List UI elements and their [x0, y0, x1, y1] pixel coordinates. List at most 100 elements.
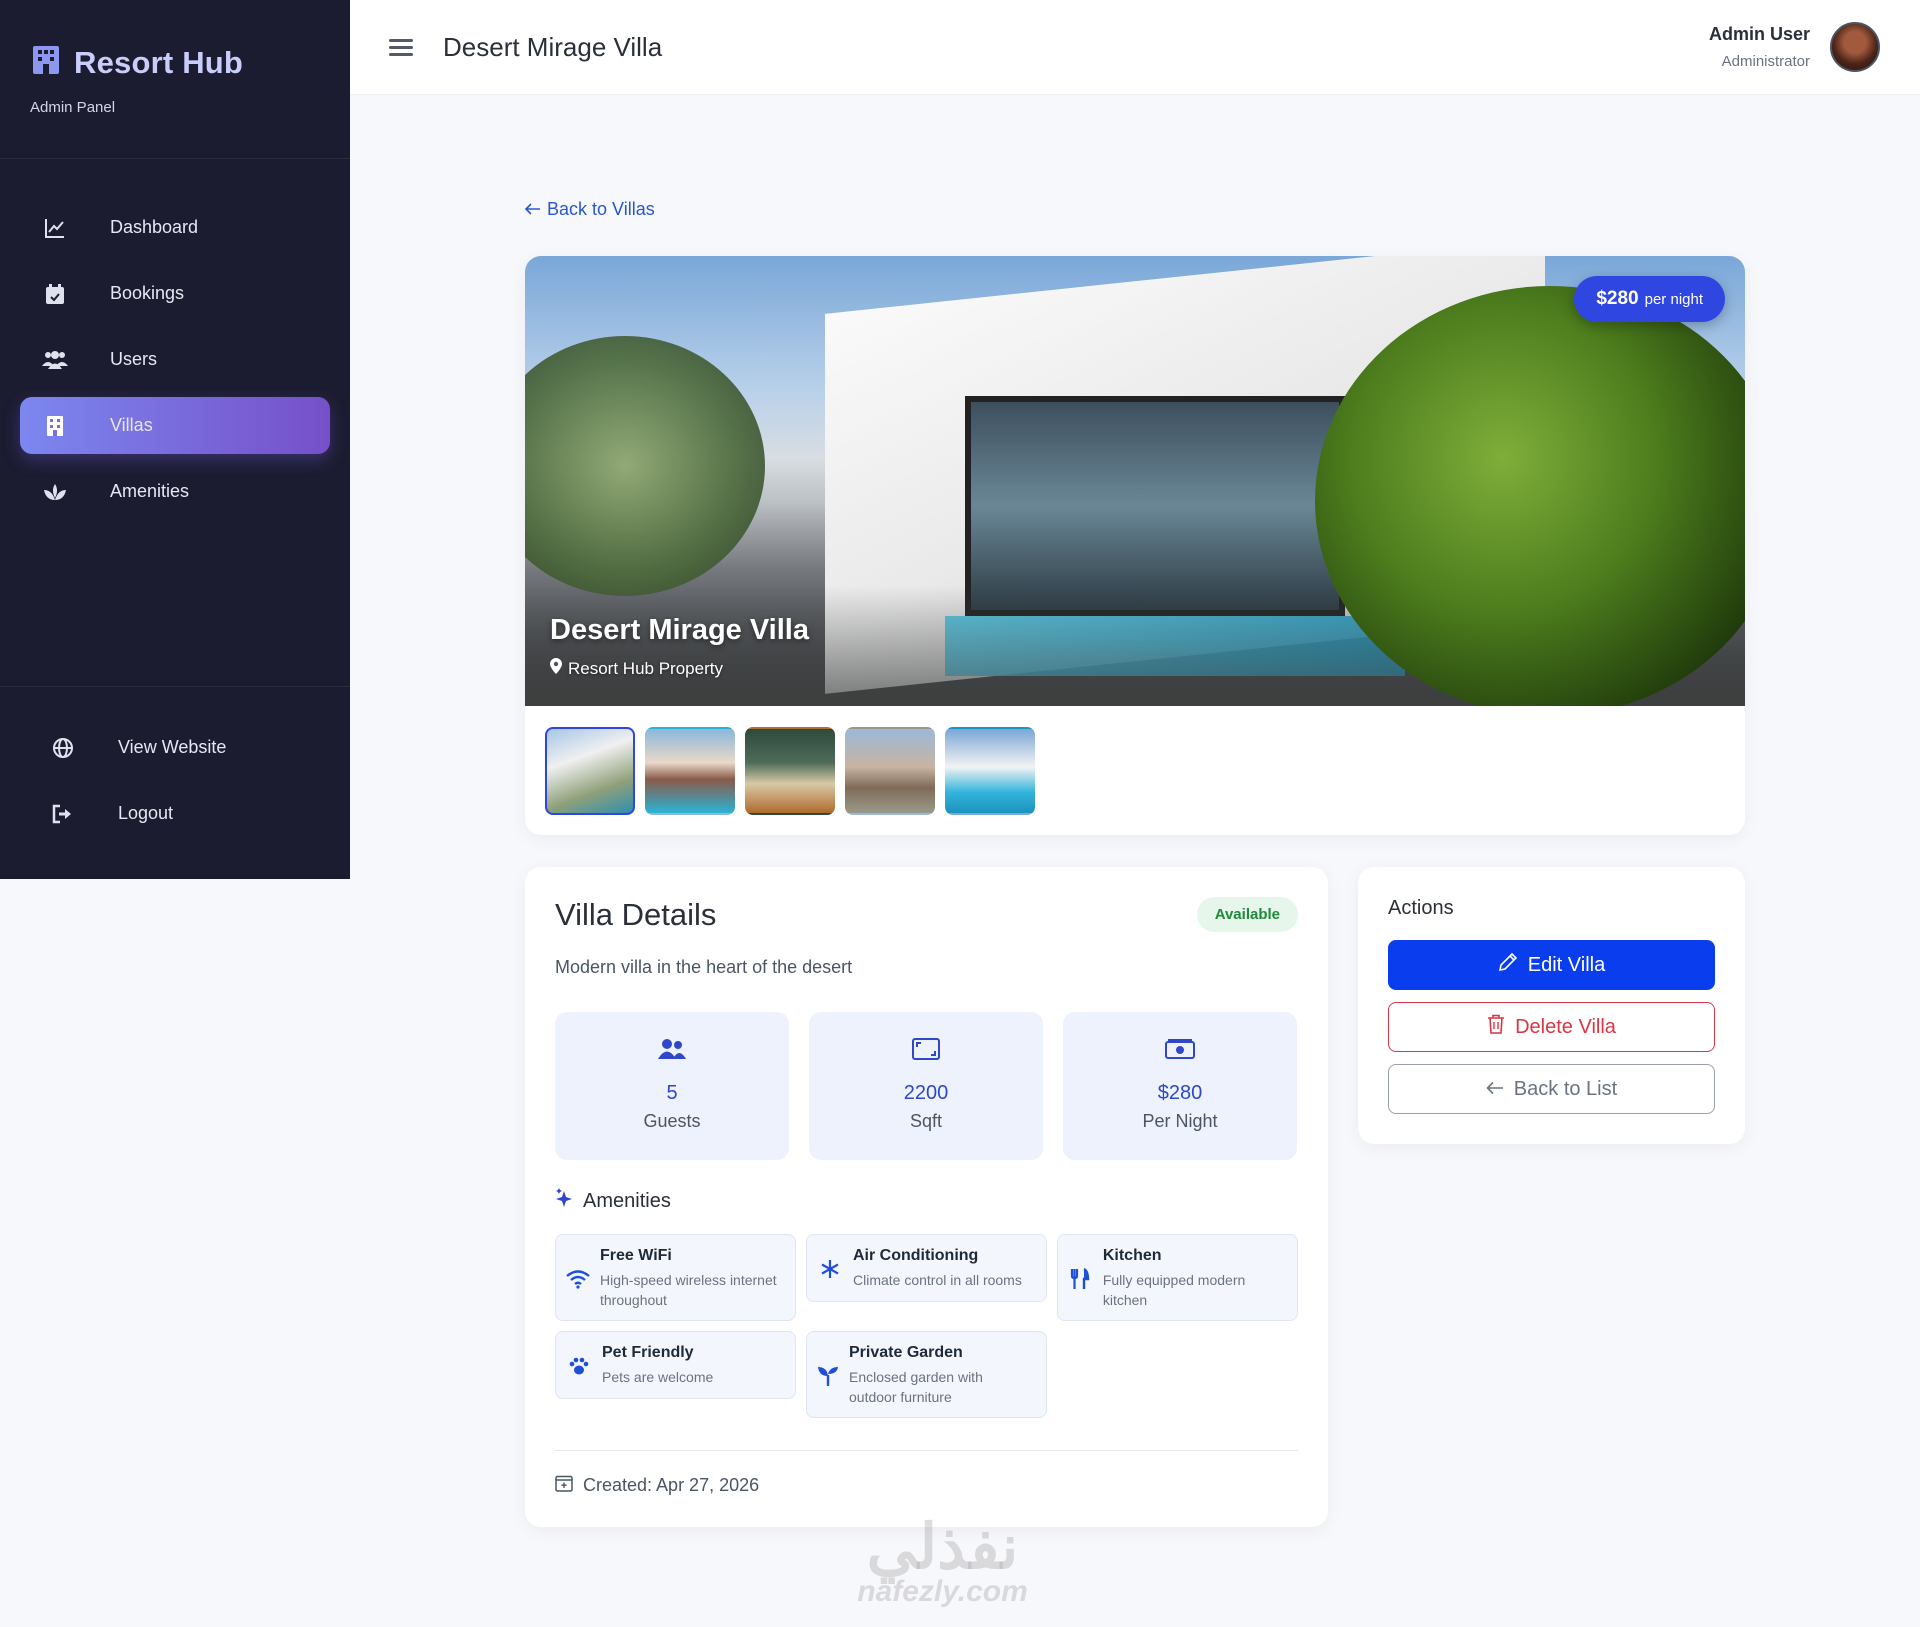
amenity-name: Air Conditioning [853, 1247, 979, 1264]
seedling-icon [817, 1344, 839, 1407]
watermark-latin: nafezly.com [857, 1575, 1028, 1608]
thumbnail-4[interactable] [845, 727, 935, 815]
villa-details-card: Villa Details Available Modern villa in … [525, 867, 1328, 1527]
thumbnail-5[interactable] [945, 727, 1035, 815]
sidebar-item-label: Bookings [110, 283, 185, 303]
amenity-description: Pets are welcome [602, 1369, 714, 1386]
villa-description: Modern villa in the heart of the desert [555, 957, 853, 977]
amenity-private-garden: Private Garden Enclosed garden with outd… [806, 1331, 1047, 1419]
amenity-name: Kitchen [1102, 1247, 1162, 1264]
avatar[interactable] [1830, 22, 1880, 72]
view-website-link[interactable]: View Website [30, 719, 330, 776]
sidebar-item-label: Users [110, 349, 158, 369]
logout-label: Logout [118, 803, 174, 823]
logout-icon [48, 804, 78, 824]
sidebar-item-users[interactable]: Users [20, 331, 330, 388]
amenity-air-conditioning: Air Conditioning Climate control in all … [806, 1234, 1047, 1302]
divider [555, 1450, 1298, 1451]
back-to-list-button[interactable]: Back to List [1388, 1064, 1715, 1114]
user-menu[interactable]: Admin User Administrator [1709, 22, 1880, 72]
amenity-name: Private Garden [849, 1344, 963, 1362]
users-icon [40, 350, 70, 370]
stat-value: $280 [1157, 1082, 1203, 1104]
sidebar-nav: Dashboard Bookings Users Villas Amenitie… [0, 159, 350, 520]
amenity-description: Enclosed garden with outdoor furniture [849, 1369, 983, 1405]
building-icon [40, 415, 70, 437]
amenity-description: Climate control in all rooms [853, 1272, 1022, 1288]
price-badge: $280 per night [1574, 276, 1725, 322]
globe-icon [48, 737, 78, 759]
amenity-name: Free WiFi [600, 1247, 672, 1264]
back-to-villas-label: Back to Villas [547, 199, 655, 219]
hotel-icon [30, 44, 62, 81]
user-name: Admin User [1708, 24, 1810, 44]
hero-location-label: Resort Hub Property [568, 658, 723, 678]
paw-icon [566, 1344, 592, 1388]
amenities-title: Amenities [583, 1189, 671, 1212]
logout-link[interactable]: Logout [30, 785, 330, 842]
menu-toggle-icon[interactable] [389, 35, 413, 60]
amenities-list: Free WiFi High-speed wireless internet t… [555, 1234, 1298, 1419]
topbar: Desert Mirage Villa Admin User Administr… [350, 0, 1920, 95]
sparkles-icon [555, 1187, 573, 1215]
stat-label: Sqft [909, 1111, 943, 1131]
amenity-name: Pet Friendly [602, 1344, 694, 1362]
view-website-label: View Website [118, 737, 227, 757]
user-role: Administrator [1721, 53, 1810, 70]
amenity-kitchen: Kitchen Fully equipped modern kitchen [1057, 1234, 1298, 1322]
area-icon [809, 1038, 1043, 1068]
sidebar-item-bookings[interactable]: Bookings [20, 265, 330, 322]
users-icon [555, 1038, 789, 1068]
trash-icon [1487, 1014, 1505, 1040]
actions-card: Actions Edit Villa Delete Villa Back to … [1358, 867, 1745, 1144]
thumbnail-3[interactable] [745, 727, 835, 815]
details-title: Villa Details [555, 897, 717, 932]
arrow-left-icon [1486, 1078, 1504, 1101]
chart-line-icon [40, 217, 70, 239]
edit-villa-button[interactable]: Edit Villa [1388, 940, 1715, 990]
stat-guests: 5 Guests [555, 1012, 789, 1160]
calendar-plus-icon [555, 1474, 573, 1497]
edit-villa-label: Edit Villa [1527, 953, 1606, 976]
stat-price: $280 Per Night [1063, 1012, 1297, 1160]
snowflake-icon [817, 1247, 843, 1291]
amenity-free-wifi: Free WiFi High-speed wireless internet t… [555, 1234, 796, 1322]
thumbnail-1[interactable] [545, 727, 635, 815]
sidebar-item-label: Amenities [110, 481, 190, 501]
villa-gallery: $280 per night Desert Mirage Villa Resor… [525, 256, 1745, 835]
stat-value: 5 [666, 1082, 678, 1104]
sidebar-item-villas[interactable]: Villas [20, 397, 330, 454]
amenity-description: Fully equipped modern kitchen [1102, 1272, 1246, 1308]
sidebar-item-label: Villas [110, 415, 153, 435]
sidebar-footer: View Website Logout [0, 686, 350, 851]
page-title: Desert Mirage Villa [443, 31, 663, 62]
watermark: نفذلي nafezly.com [0, 1510, 1920, 1609]
pencil-icon [1498, 952, 1518, 978]
brand: Resort Hub Admin Panel [0, 0, 350, 159]
money-icon [1063, 1038, 1297, 1068]
sidebar-item-dashboard[interactable]: Dashboard [20, 199, 330, 256]
amenity-pet-friendly: Pet Friendly Pets are welcome [555, 1331, 796, 1399]
amenities-heading: Amenities [555, 1187, 671, 1215]
arrow-left-icon [524, 199, 541, 220]
price-unit: per night [1644, 291, 1703, 308]
map-marker-icon [550, 658, 562, 679]
hero-location: Resort Hub Property [550, 658, 723, 679]
sidebar-item-amenities[interactable]: Amenities [20, 463, 330, 520]
delete-villa-label: Delete Villa [1515, 1015, 1616, 1038]
thumbnail-2[interactable] [645, 727, 735, 815]
spa-icon [40, 482, 70, 502]
back-to-villas-link[interactable]: Back to Villas [524, 199, 655, 220]
created-date-label: Created: Apr 27, 2026 [583, 1475, 760, 1495]
stat-label: Per Night [1142, 1111, 1218, 1131]
created-date: Created: Apr 27, 2026 [555, 1474, 759, 1497]
delete-villa-button[interactable]: Delete Villa [1388, 1002, 1715, 1052]
villa-stats: 5 Guests 2200 Sqft $280 Per Night [555, 1012, 1297, 1160]
wifi-icon [566, 1247, 590, 1310]
utensils-icon [1068, 1247, 1093, 1310]
back-to-list-label: Back to List [1513, 1077, 1618, 1100]
stat-value: 2200 [903, 1082, 949, 1104]
sidebar: Resort Hub Admin Panel Dashboard Booking… [0, 0, 350, 879]
price-amount: $280 [1596, 288, 1639, 309]
calendar-check-icon [40, 283, 70, 305]
